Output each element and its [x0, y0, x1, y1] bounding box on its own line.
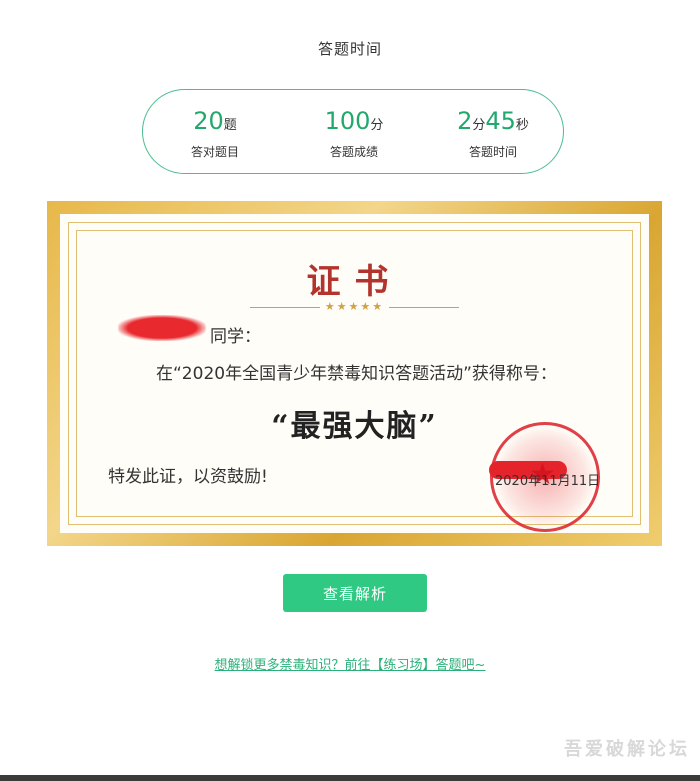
stat-score-unit: 分 [370, 118, 384, 133]
certificate-title: 证书 [306, 262, 403, 302]
certificate: 证书 ★★★★★ 同学： 在“2020年全国青少年禁毒知识答题活动”获得称号： … [47, 201, 662, 546]
practice-link[interactable]: 想解锁更多禁毒知识？前往【练习场】答题吧~ [215, 658, 486, 673]
stat-score: 100分 答题成绩 [294, 108, 414, 160]
practice-link-row: 想解锁更多禁毒知识？前往【练习场】答题吧~ [0, 654, 700, 673]
certificate-paper: 证书 ★★★★★ 同学： 在“2020年全国青少年禁毒知识答题活动”获得称号： … [60, 214, 649, 533]
stat-correct-unit: 题 [223, 118, 237, 133]
certificate-closing: 特发此证，以资鼓励! [108, 467, 268, 487]
stat-correct: 20题 答对题目 [155, 108, 275, 160]
stat-correct-caption: 答对题目 [190, 145, 239, 159]
redacted-name [118, 315, 206, 341]
stat-time-seconds: 45 [485, 107, 516, 135]
bottom-bar [0, 775, 700, 781]
title-rule-right [389, 307, 459, 308]
stat-time-caption: 答题时间 [468, 145, 517, 159]
watermark: 吾爱破解论坛 [564, 739, 690, 760]
certificate-body-text: 在“2020年全国青少年禁毒知识答题活动”获得称号： [156, 364, 557, 384]
certificate-greeting: 同学： [210, 327, 261, 347]
stat-time-minutes-unit: 分 [472, 118, 486, 133]
stats-panel: 20题 答对题目 100分 答题成绩 2分45秒 答题时间 [142, 89, 564, 174]
stat-correct-value: 20 [193, 107, 224, 135]
page-title: 答题时间 [317, 40, 382, 58]
view-analysis-button[interactable]: 查看解析 [283, 574, 427, 612]
stat-score-caption: 答题成绩 [329, 145, 378, 159]
stat-time-minutes: 2 [457, 107, 473, 135]
stat-score-value: 100 [324, 107, 371, 135]
certificate-date: 2020年11月11日 [495, 474, 601, 489]
stat-time-seconds-unit: 秒 [515, 118, 529, 133]
stat-time: 2分45秒 答题时间 [433, 108, 553, 160]
certificate-stars: ★★★★★ [324, 300, 385, 313]
